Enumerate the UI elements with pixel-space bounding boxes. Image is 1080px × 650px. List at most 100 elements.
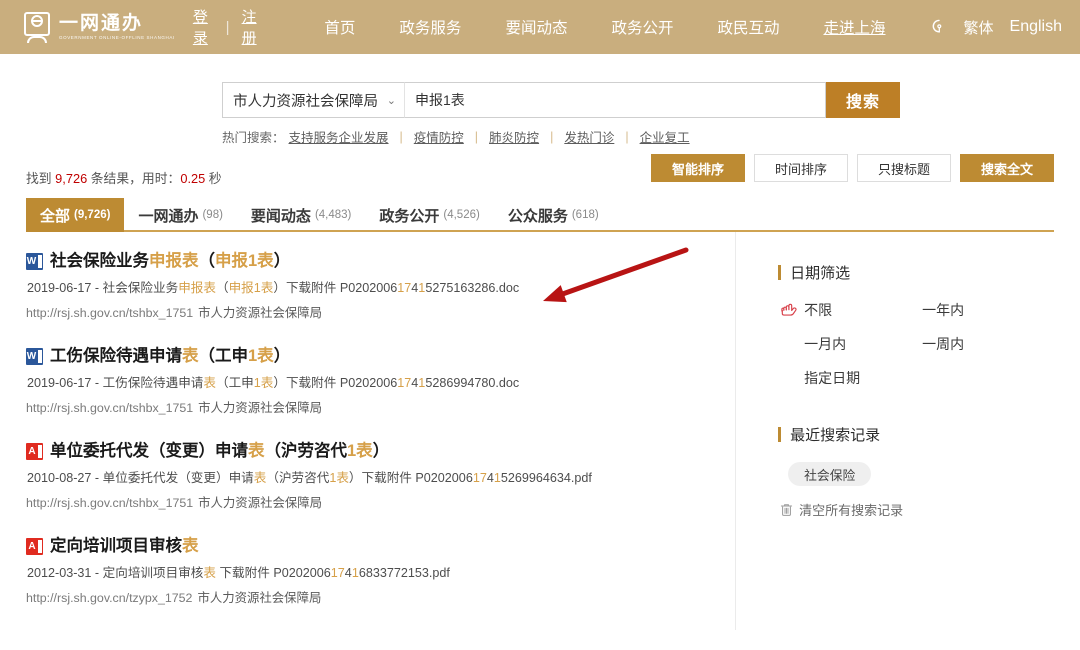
hot-search-item-2[interactable]: 肺炎防控: [489, 127, 539, 146]
result-source: 市人力资源社会保障局: [198, 306, 323, 320]
english-link[interactable]: English: [1010, 18, 1062, 36]
date-filter-heading: 日期筛选: [778, 262, 1054, 283]
page-root: 一网通办 GOVERNMENT ONLINE-OFFLINE SHANGHAI …: [0, 0, 1080, 650]
pointing-hand-icon: [781, 303, 797, 316]
search-button[interactable]: 搜索: [826, 82, 900, 118]
content-area: 社会保险业务申报表（申报1表） 2019-06-17 - 社会保险业务申报表（申报…: [26, 232, 1054, 630]
result-url[interactable]: http://rsj.sh.gov.cn/tshbx_1751: [26, 401, 193, 415]
result-source: 市人力资源社会保障局: [198, 401, 323, 415]
sort-time-button[interactable]: 时间排序: [754, 154, 848, 182]
result-url[interactable]: http://rsj.sh.gov.cn/tzypx_1752: [26, 591, 192, 605]
recent-search-tag[interactable]: 社会保险: [788, 462, 872, 486]
search-title-only-button[interactable]: 只搜标题: [857, 154, 951, 182]
logo-title: 一网通办: [59, 12, 144, 34]
summary-middle: 条结果，用时：: [87, 171, 181, 186]
result-url-row: http://rsj.sh.gov.cn/tzypx_1752 市人力资源社会保障…: [26, 588, 729, 608]
search-result-item: 社会保险业务申报表（申报1表） 2019-06-17 - 社会保险业务申报表（申报…: [26, 250, 729, 323]
date-option-one-month[interactable]: 一月内: [780, 334, 898, 354]
nav-item-home[interactable]: 首页: [324, 16, 355, 38]
clear-search-history-label: 清空所有搜索记录: [799, 503, 904, 518]
tab-news-label: 要闻动态: [250, 207, 311, 225]
hot-divider: |: [625, 129, 629, 144]
result-url-row: http://rsj.sh.gov.cn/tshbx_1751 市人力资源社会保障…: [26, 493, 729, 513]
clear-search-history-button[interactable]: 清空所有搜索记录: [780, 500, 1054, 519]
tab-yiwangtongban-label: 一网通办: [138, 207, 199, 225]
nav-item-news[interactable]: 要闻动态: [505, 16, 567, 38]
tab-public-service[interactable]: 公众服务 (618): [494, 198, 613, 232]
auth-separator: |: [225, 18, 230, 36]
login-link[interactable]: 登录: [193, 6, 214, 48]
logo-subtitle: GOVERNMENT ONLINE-OFFLINE SHANGHAI: [59, 34, 175, 40]
result-date: 2019-06-17 -: [27, 281, 103, 295]
nav-item-disclosure[interactable]: 政务公开: [611, 16, 673, 38]
tab-public-service-label: 公众服务: [507, 207, 568, 225]
tab-public-service-count: (618): [571, 209, 599, 221]
result-url[interactable]: http://rsj.sh.gov.cn/tshbx_1751: [26, 496, 193, 510]
tab-all[interactable]: 全部 (9,726): [26, 198, 125, 232]
result-snippet: 2010-08-27 - 单位委托代发（变更）申请表（沪劳咨代1表）下载附件 P…: [27, 471, 592, 485]
pdf-file-icon: [26, 442, 43, 460]
nav-item-interaction[interactable]: 政民互动: [717, 16, 779, 38]
result-title-link[interactable]: 定向培训项目审核表: [26, 535, 729, 557]
hot-search-item-3[interactable]: 发热门诊: [564, 127, 614, 146]
search-fulltext-button[interactable]: 搜索全文: [960, 154, 1054, 182]
summary-suffix: 秒: [205, 171, 222, 186]
tab-disclosure-label: 政务公开: [379, 207, 440, 225]
heading-marker: [778, 265, 782, 280]
tab-yiwangtongban-count: (98): [202, 209, 223, 221]
department-select[interactable]: 市人力资源社会保障局 ⌄: [222, 82, 404, 118]
result-date: 2012-03-31 -: [27, 566, 103, 580]
hot-divider: |: [399, 129, 403, 144]
nav-item-into-shanghai[interactable]: 走进上海: [823, 16, 885, 38]
date-option-one-year-label: 一年内: [922, 302, 965, 318]
result-title-link[interactable]: 单位委托代发（变更）申请表（沪劳咨代1表）: [26, 440, 729, 462]
date-option-unlimited-label: 不限: [804, 302, 833, 318]
recent-search-section: 最近搜索记录 社会保险 清空所有搜索记录: [778, 424, 1054, 519]
tab-yiwangtongban[interactable]: 一网通办 (98): [124, 198, 236, 232]
result-title-text: 工伤保险待遇申请表（工申1表）: [50, 347, 291, 365]
site-logo[interactable]: 一网通办 GOVERNMENT ONLINE-OFFLINE SHANGHAI: [22, 11, 175, 43]
tab-news[interactable]: 要闻动态 (4,483): [237, 198, 365, 232]
hot-search-row: 热门搜索： 支持服务企业发展 | 疫情防控 | 肺炎防控 | 发热门诊 | 企业…: [222, 127, 1080, 146]
summary-prefix: 找到: [26, 171, 56, 186]
result-source: 市人力资源社会保障局: [197, 591, 322, 605]
hot-search-item-1[interactable]: 疫情防控: [414, 127, 464, 146]
heading-marker: [778, 427, 782, 442]
result-title-link[interactable]: 社会保险业务申报表（申报1表）: [26, 250, 729, 272]
result-url-row: http://rsj.sh.gov.cn/tshbx_1751 市人力资源社会保障…: [26, 303, 729, 323]
traditional-chinese-link[interactable]: 繁体: [964, 17, 994, 38]
result-title-text: 单位委托代发（变更）申请表（沪劳咨代1表）: [50, 442, 390, 460]
search-bar: 市人力资源社会保障局 ⌄ 搜索: [222, 82, 900, 118]
result-title-text: 定向培训项目审核表: [50, 537, 199, 555]
result-title-text: 社会保险业务申报表（申报1表）: [50, 252, 291, 270]
date-option-one-year[interactable]: 一年内: [898, 300, 1054, 320]
tabbar: 智能排序 时间排序 只搜标题 搜索全文 全部 (9,726) 一网通办 (98) 要…: [26, 154, 1054, 232]
tab-disclosure[interactable]: 政务公开 (4,526): [365, 198, 493, 232]
result-url[interactable]: http://rsj.sh.gov.cn/tshbx_1751: [26, 306, 193, 320]
search-result-item: 工伤保险待遇申请表（工申1表） 2019-06-17 - 工伤保险待遇申请表（工申…: [26, 345, 729, 418]
date-option-custom-label: 指定日期: [804, 370, 861, 386]
hot-search-item-0[interactable]: 支持服务企业发展: [289, 127, 389, 146]
sort-button-group: 智能排序 时间排序 只搜标题 搜索全文: [651, 154, 1054, 182]
search-input[interactable]: [404, 82, 826, 118]
date-option-custom[interactable]: 指定日期: [780, 368, 898, 388]
category-tabs: 全部 (9,726) 一网通办 (98) 要闻动态 (4,483) 政务公开 (4,52…: [26, 198, 1054, 232]
register-link[interactable]: 注册: [242, 6, 263, 48]
result-date: 2019-06-17 -: [27, 376, 103, 390]
date-filter-title: 日期筛选: [790, 265, 851, 282]
date-option-one-week[interactable]: 一周内: [898, 334, 1054, 354]
result-source: 市人力资源社会保障局: [198, 496, 323, 510]
tab-news-count: (4,483): [314, 209, 352, 221]
accessibility-icon[interactable]: [930, 18, 948, 36]
search-result-item: 定向培训项目审核表 2012-03-31 - 定向培训项目审核表 下载附件 P02…: [26, 535, 729, 608]
nav-item-government-services[interactable]: 政务服务: [399, 16, 461, 38]
summary-count: 9,726: [55, 171, 88, 186]
tab-disclosure-count: (4,526): [443, 209, 480, 221]
hot-divider: |: [550, 129, 554, 144]
sort-smart-button[interactable]: 智能排序: [651, 154, 745, 182]
search-section: 市人力资源社会保障局 ⌄ 搜索 热门搜索： 支持服务企业发展 | 疫情防控 | …: [0, 54, 1080, 146]
date-option-one-month-label: 一月内: [804, 336, 847, 352]
result-title-link[interactable]: 工伤保险待遇申请表（工申1表）: [26, 345, 729, 367]
date-option-unlimited[interactable]: 不限: [780, 300, 898, 320]
hot-search-item-4[interactable]: 企业复工: [640, 127, 690, 146]
